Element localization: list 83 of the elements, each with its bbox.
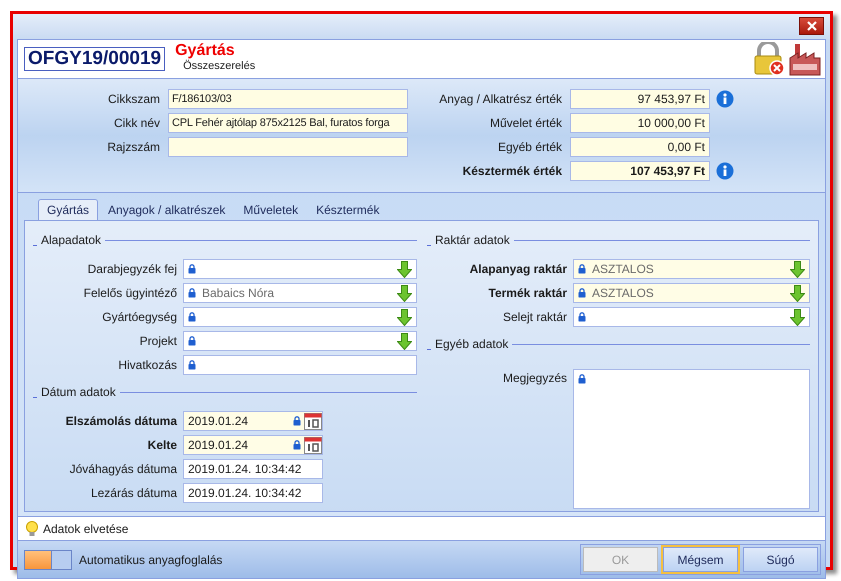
amount-field: 97 453,97 Ft bbox=[570, 89, 710, 109]
lock-icon bbox=[578, 374, 586, 384]
field-label: Kelte bbox=[146, 437, 178, 454]
calendar-icon[interactable] bbox=[304, 436, 322, 454]
field-label: Anyag / Alkatrész érték bbox=[438, 91, 563, 108]
date-field[interactable]: 2019.01.24. 10:34:42 bbox=[183, 459, 323, 479]
calendar-icon[interactable] bbox=[304, 412, 322, 430]
amount-field: 107 453,97 Ft bbox=[570, 161, 710, 181]
lightbulb-icon bbox=[26, 520, 38, 536]
field-label: Művelet érték bbox=[488, 115, 563, 132]
down-arrow-icon[interactable] bbox=[790, 260, 805, 278]
memo-field[interactable] bbox=[573, 369, 810, 509]
lock-icon bbox=[578, 288, 586, 298]
amount-field: 0,00 Ft bbox=[570, 137, 710, 157]
down-arrow-icon[interactable] bbox=[397, 260, 412, 278]
date-field[interactable]: 2019.01.24 bbox=[183, 411, 323, 431]
text-field[interactable] bbox=[183, 355, 417, 375]
padlock-icon[interactable] bbox=[753, 42, 785, 76]
amount-field: 10 000,00 Ft bbox=[570, 113, 710, 133]
tab[interactable]: Késztermék bbox=[308, 199, 388, 220]
down-arrow-icon[interactable] bbox=[397, 284, 412, 302]
lock-icon bbox=[188, 360, 196, 370]
lock-icon bbox=[188, 312, 196, 322]
down-arrow-icon[interactable] bbox=[397, 332, 412, 350]
combo-field[interactable] bbox=[183, 259, 417, 279]
group-title: Raktár adatok bbox=[435, 232, 510, 249]
field-label: Gyártóegység bbox=[101, 309, 178, 326]
field-label: Egyéb érték bbox=[496, 139, 563, 156]
lock-icon bbox=[188, 264, 196, 274]
field-label: Elszámolás dátuma bbox=[64, 413, 178, 430]
close-icon bbox=[806, 21, 816, 31]
lock-icon bbox=[293, 416, 301, 426]
field-label: Cikk név bbox=[112, 115, 161, 132]
field-label: Cikkszam bbox=[106, 91, 161, 108]
factory-icon[interactable] bbox=[789, 42, 821, 76]
field-label: Darabjegyzék fej bbox=[86, 261, 178, 278]
field-label: Jóváhagyás dátuma bbox=[68, 461, 178, 478]
field-label: Termék raktár bbox=[488, 285, 568, 302]
group-title: Alapadatok bbox=[41, 232, 102, 249]
combo-field[interactable]: ASZTALOS bbox=[573, 283, 810, 303]
tab[interactable]: Műveletek bbox=[235, 199, 306, 220]
document-number: OFGY19/00019 bbox=[24, 47, 166, 71]
field-label: Projekt bbox=[138, 333, 178, 350]
lock-icon bbox=[188, 336, 196, 346]
hint-text: Adatok elvetése bbox=[43, 520, 128, 538]
toggle-label: Automatikus anyagfoglalás bbox=[79, 552, 222, 568]
info-icon[interactable] bbox=[716, 90, 734, 108]
field-label: Rajzszám bbox=[106, 139, 161, 156]
document-subtitle: Összeszerelés bbox=[182, 60, 256, 72]
close-button[interactable] bbox=[799, 17, 824, 35]
dialog-button[interactable]: Súgó bbox=[743, 547, 818, 572]
dialog-button[interactable]: Mégsem bbox=[663, 547, 738, 572]
info-icon[interactable] bbox=[716, 162, 734, 180]
lock-icon bbox=[188, 288, 196, 298]
toggle-switch[interactable] bbox=[24, 550, 72, 570]
down-arrow-icon[interactable] bbox=[397, 308, 412, 326]
group-title: Dátum adatok bbox=[41, 384, 116, 401]
combo-field[interactable]: ASZTALOS bbox=[573, 259, 810, 279]
text-field[interactable]: CPL Fehér ajtólap 875x2125 Bal, furatos forga bbox=[168, 113, 408, 133]
field-label: Késztermék érték bbox=[462, 163, 563, 180]
field-label: Felelős ügyintéző bbox=[82, 285, 178, 302]
field-label: Megjegyzés bbox=[502, 370, 568, 387]
field-label: Hivatkozás bbox=[117, 357, 178, 374]
down-arrow-icon[interactable] bbox=[790, 308, 805, 326]
text-field[interactable]: F/186103/03 bbox=[168, 89, 408, 109]
combo-field[interactable] bbox=[573, 307, 810, 327]
text-field[interactable] bbox=[168, 137, 408, 157]
lock-icon bbox=[293, 440, 301, 450]
combo-field[interactable] bbox=[183, 307, 417, 327]
down-arrow-icon[interactable] bbox=[790, 284, 805, 302]
field-label: Lezárás dátuma bbox=[90, 485, 178, 502]
field-label: Alapanyag raktár bbox=[468, 261, 568, 278]
combo-field[interactable] bbox=[183, 331, 417, 351]
date-field[interactable]: 2019.01.24 bbox=[183, 435, 323, 455]
document-title: Gyártás bbox=[175, 42, 236, 60]
combo-field[interactable]: Babaics Nóra bbox=[183, 283, 417, 303]
tab[interactable]: Anyagok / alkatrészek bbox=[100, 199, 234, 220]
lock-icon bbox=[578, 312, 586, 322]
field-label: Selejt raktár bbox=[502, 309, 568, 326]
date-field[interactable]: 2019.01.24. 10:34:42 bbox=[183, 483, 323, 503]
group-title: Egyéb adatok bbox=[435, 336, 508, 353]
lock-icon bbox=[578, 264, 586, 274]
tab[interactable]: Gyártás bbox=[38, 199, 98, 220]
